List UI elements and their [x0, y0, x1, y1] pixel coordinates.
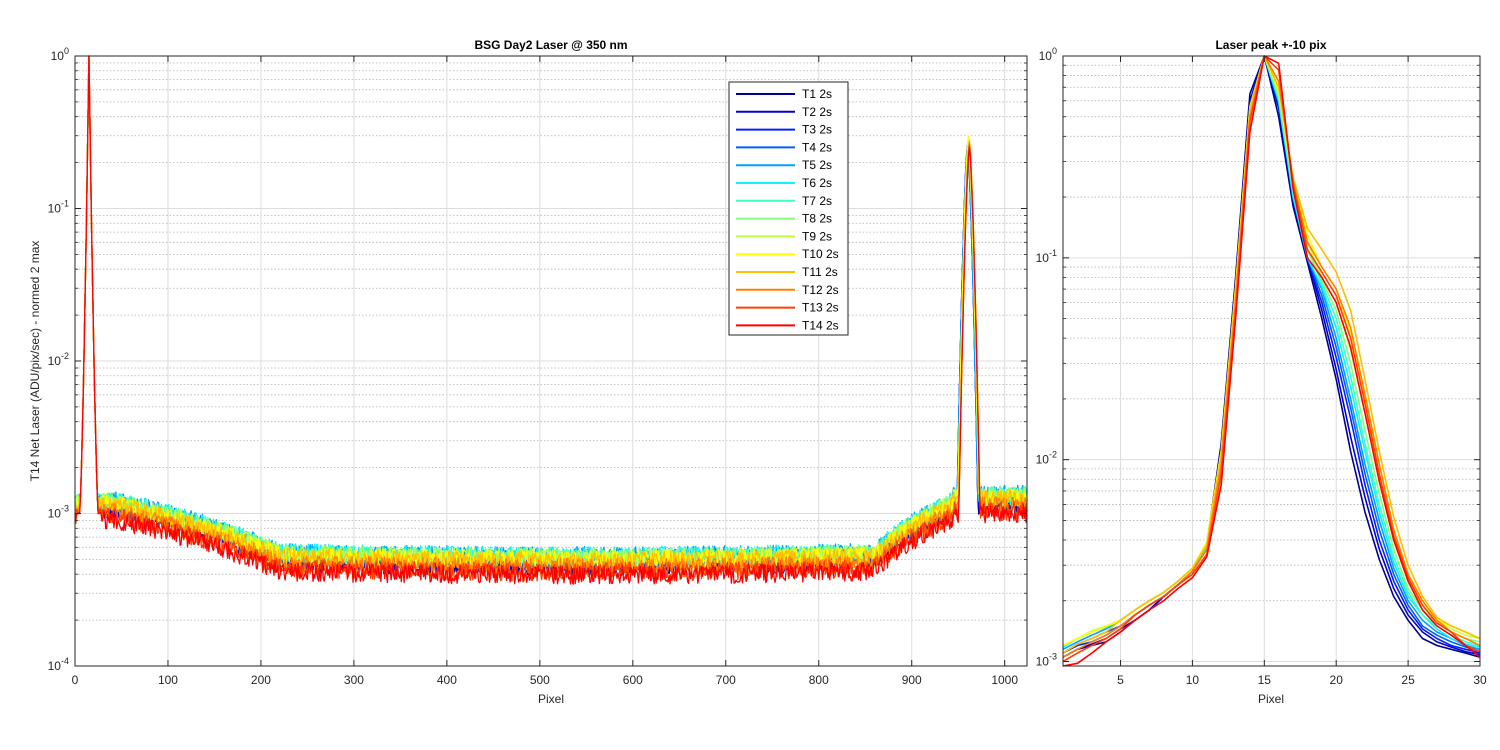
legend-entry: T13 2s	[802, 301, 839, 315]
x-tick-label: 800	[809, 673, 829, 687]
legend-entry: T2 2s	[802, 105, 832, 119]
x-tick-label: 15	[1258, 673, 1272, 687]
x-tick-label: 900	[902, 673, 922, 687]
legend-entry: T9 2s	[802, 229, 832, 243]
x-tick-label: 100	[158, 673, 178, 687]
main-y-axis-label: T14 Net Laser (ADU/pix/sec) - normed 2 m…	[28, 241, 42, 482]
main-chart: 0 100 200 300 400 500 600 700 800 900 1000 10-410-…	[28, 38, 1028, 706]
x-tick-label: 500	[530, 673, 550, 687]
legend-box	[728, 81, 849, 336]
x-tick-label: 700	[716, 673, 736, 687]
x-tick-label: 25	[1401, 673, 1415, 687]
x-tick-label: 5	[1117, 673, 1124, 687]
x-tick-label: 30	[1473, 673, 1487, 687]
x-tick-label: 300	[344, 673, 364, 687]
legend-entry: T8 2s	[802, 212, 832, 226]
legend-entry: T6 2s	[802, 176, 832, 190]
legend-entry: T1 2s	[802, 87, 832, 101]
legend-entry: T3 2s	[802, 123, 832, 137]
x-tick-label: 20	[1330, 673, 1344, 687]
legend-entry: T4 2s	[802, 140, 832, 154]
legend-entry: T7 2s	[802, 194, 832, 208]
zoom-x-axis-label: Pixel	[1258, 692, 1284, 706]
figure: 0 100 200 300 400 500 600 700 800 900 1000 10-410-…	[0, 0, 1500, 750]
main-chart-title: BSG Day2 Laser @ 350 nm	[474, 38, 627, 52]
legend-entry: T12 2s	[802, 283, 839, 297]
x-tick-label: 200	[251, 673, 271, 687]
zoom-chart: 5 10 15 20 25 30 10-310-210-1100 Laser peak +…	[1036, 38, 1487, 706]
legend-entry: T10 2s	[802, 247, 839, 261]
zoom-plot-area	[1063, 56, 1480, 666]
x-tick-label: 10	[1186, 673, 1200, 687]
legend-entry: T14 2s	[802, 318, 839, 332]
x-tick-label: 600	[623, 673, 643, 687]
legend: T1 2s T2 2s T3 2s T4 2s T5 2s T6 2s T7 2s T8 2s…	[728, 81, 849, 336]
main-x-axis-label: Pixel	[538, 692, 564, 706]
legend-entry: T11 2s	[802, 265, 838, 279]
zoom-chart-title: Laser peak +-10 pix	[1215, 38, 1326, 52]
legend-entry: T5 2s	[802, 158, 832, 172]
x-tick-label: 0	[72, 673, 79, 687]
x-tick-label: 1000	[991, 673, 1018, 687]
x-tick-label: 400	[437, 673, 457, 687]
